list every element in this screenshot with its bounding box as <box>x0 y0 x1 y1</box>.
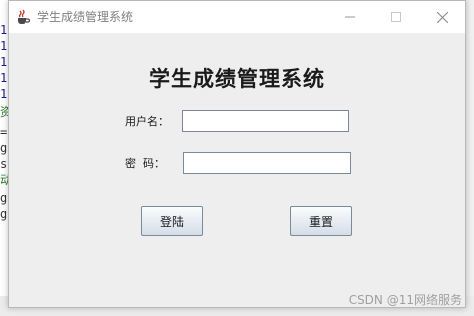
maximize-icon <box>391 12 401 22</box>
window-title: 学生成绩管理系统 <box>37 10 134 24</box>
login-window: 学生成绩管理系统 学生成绩管理系统 用户名： 密 码： 登陆 重置 <box>8 0 466 308</box>
watermark-text: CSDN @11网络服务 <box>348 293 462 307</box>
minimize-icon <box>345 16 355 18</box>
title-bar[interactable]: 学生成绩管理系统 <box>9 1 465 33</box>
reset-button[interactable]: 重置 <box>290 206 352 236</box>
minimize-button[interactable] <box>327 1 373 33</box>
page-title: 学生成绩管理系统 <box>149 66 325 91</box>
username-label: 用户名： <box>125 115 169 128</box>
password-input[interactable] <box>183 152 351 174</box>
login-button[interactable]: 登陆 <box>141 206 203 236</box>
password-label: 密 码： <box>125 157 165 170</box>
close-icon <box>436 11 448 23</box>
close-button[interactable] <box>419 1 465 33</box>
java-cup-icon <box>14 9 32 25</box>
username-input[interactable] <box>182 110 349 132</box>
maximize-button[interactable] <box>373 1 419 33</box>
